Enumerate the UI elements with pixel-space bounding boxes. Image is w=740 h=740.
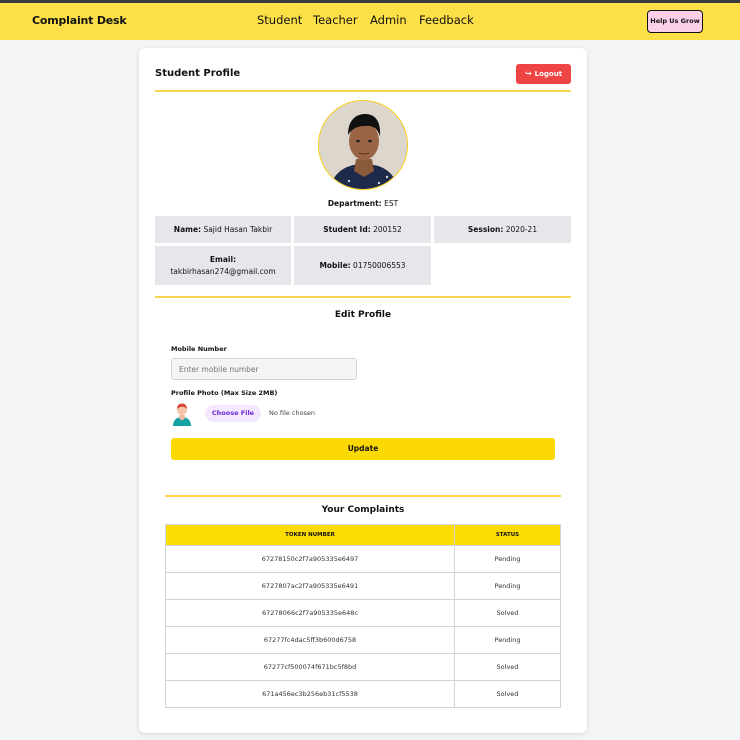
complaints-title: Your Complaints xyxy=(321,505,405,515)
divider xyxy=(155,90,571,92)
token-cell: 67277fc4dac5ff3b600d6758 xyxy=(165,626,455,654)
complaints-table: TOKEN NUMBER STATUS 67278150c2f7a905335e… xyxy=(165,524,561,708)
table-row: 67277cf500074f671bc5f8bd Solved xyxy=(165,653,561,681)
mobile-number-label: Mobile Number xyxy=(171,345,227,353)
info-student-id: Student Id: 200152 xyxy=(294,216,431,243)
student-id-value: 200152 xyxy=(373,224,402,234)
divider xyxy=(155,296,571,298)
page-title: Student Profile xyxy=(155,68,241,79)
table-row: 67278150c2f7a905335e6497 Pending xyxy=(165,545,561,573)
nav-admin[interactable]: Admin xyxy=(370,13,407,27)
header-status: STATUS xyxy=(454,524,561,546)
navbar: Complaint Desk Student Teacher Admin Fee… xyxy=(0,3,740,40)
department-label: Department: xyxy=(327,199,382,208)
header-token-number: TOKEN NUMBER xyxy=(165,524,455,546)
divider xyxy=(165,495,561,497)
nav-teacher[interactable]: Teacher xyxy=(313,13,358,27)
status-cell: Solved xyxy=(454,680,561,708)
token-cell: 67278150c2f7a905335e6497 xyxy=(165,545,455,573)
logout-icon: ↪ xyxy=(524,69,532,78)
status-cell: Pending xyxy=(454,545,561,573)
table-row: 67278066c2f7a905335e648c Solved xyxy=(165,599,561,627)
name-label: Name: xyxy=(173,224,202,234)
session-value: 2020-21 xyxy=(505,224,538,234)
token-cell: 67277cf500074f671bc5f8bd xyxy=(165,653,455,681)
mobile-label: Mobile: xyxy=(319,260,351,270)
info-mobile: Mobile: 01750006553 xyxy=(294,246,431,285)
token-cell: 67278066c2f7a905335e648c xyxy=(165,599,455,627)
profile-photo-label: Profile Photo (Max Size 2MB) xyxy=(171,389,278,397)
no-file-text: No file chosen xyxy=(269,409,316,417)
student-id-label: Student Id: xyxy=(323,224,371,234)
person-icon xyxy=(173,403,191,426)
status-cell: Solved xyxy=(454,599,561,627)
table-row: 67277fc4dac5ff3b600d6758 Pending xyxy=(165,626,561,654)
nav-feedback[interactable]: Feedback xyxy=(419,13,474,27)
token-cell: 671a456ec3b256eb31cf5538 xyxy=(165,680,455,708)
session-label: Session: xyxy=(467,224,504,234)
table-header-row: TOKEN NUMBER STATUS xyxy=(165,524,561,546)
info-session: Session: 2020-21 xyxy=(434,216,571,243)
mobile-value: 01750006553 xyxy=(353,260,406,270)
department-value: EST xyxy=(384,199,399,208)
status-cell: Pending xyxy=(454,572,561,600)
choose-file-button[interactable]: Choose File xyxy=(205,405,261,422)
profile-card: Student Profile ↪ Logout Department: EST … xyxy=(139,48,587,733)
status-cell: Pending xyxy=(454,626,561,654)
info-name: Name: Sajid Hasan Takbir xyxy=(155,216,291,243)
nav-student[interactable]: Student xyxy=(257,13,302,27)
department-row: Department: EST xyxy=(139,199,587,208)
avatar-image xyxy=(319,101,407,189)
status-cell: Solved xyxy=(454,653,561,681)
table-row: 6727807ac2f7a905335e6491 Pending xyxy=(165,572,561,600)
logout-button[interactable]: ↪ Logout xyxy=(516,64,571,84)
help-us-grow-button[interactable]: Help Us Grow xyxy=(647,10,703,33)
table-row: 671a456ec3b256eb31cf5538 Solved xyxy=(165,680,561,708)
edit-profile-title: Edit Profile xyxy=(334,310,392,320)
email-label: Email: xyxy=(209,254,237,264)
logout-label: Logout xyxy=(534,70,563,78)
update-button[interactable]: Update xyxy=(171,438,555,460)
mobile-number-input[interactable] xyxy=(171,358,357,380)
email-value: takbirhasan274@gmail.com xyxy=(170,266,276,276)
info-email: Email: takbirhasan274@gmail.com xyxy=(155,246,291,285)
nav-links: Student Teacher Admin Feedback xyxy=(0,13,740,31)
token-cell: 6727807ac2f7a905335e6491 xyxy=(165,572,455,600)
profile-photo xyxy=(318,100,408,190)
name-value: Sajid Hasan Takbir xyxy=(203,224,273,234)
